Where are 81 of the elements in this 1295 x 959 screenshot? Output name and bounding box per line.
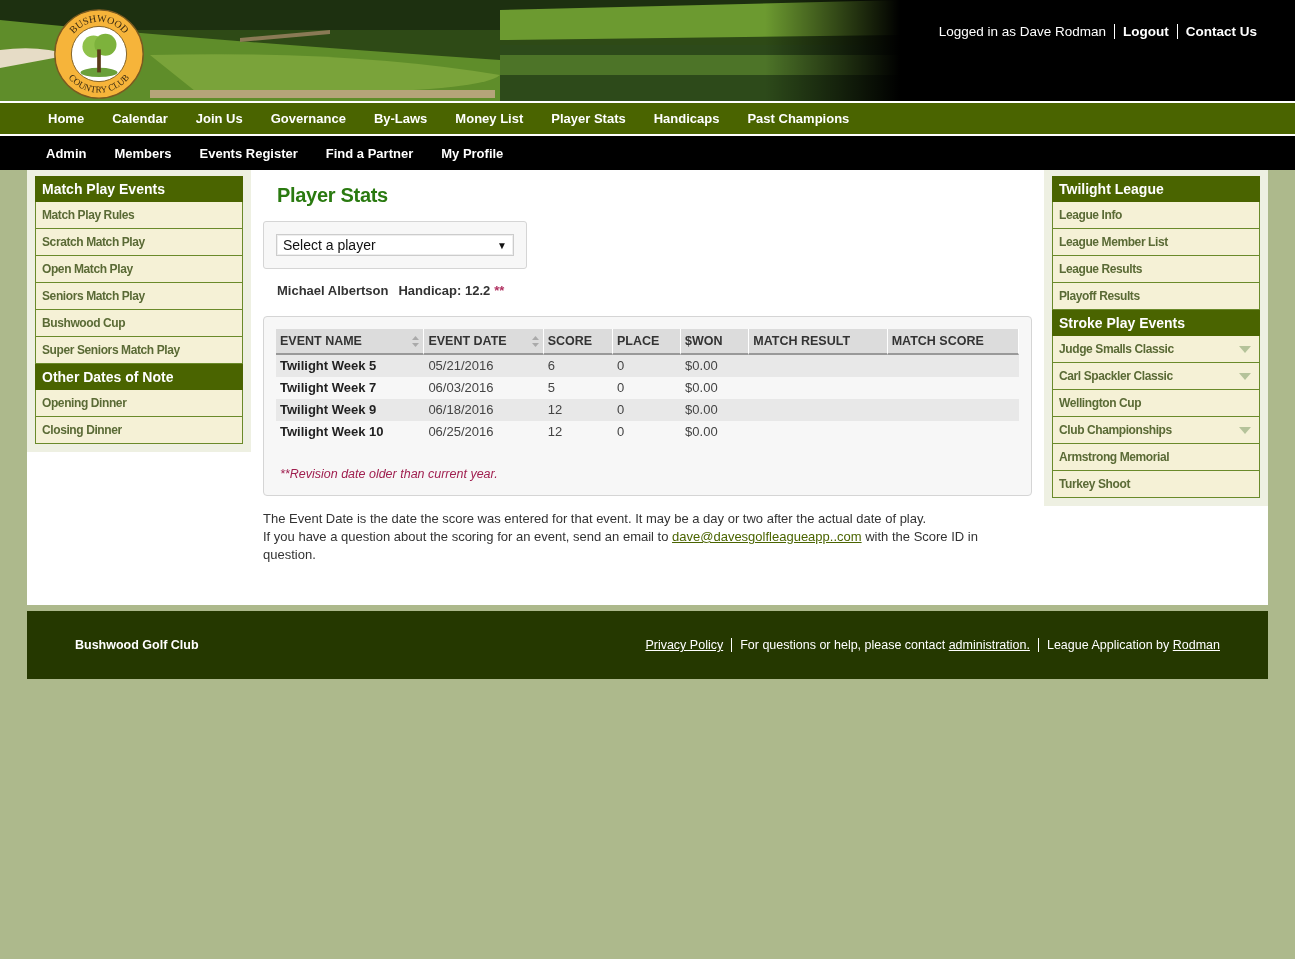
header-link[interactable]: Contact Us xyxy=(1176,23,1257,39)
footer-club-name: Bushwood Golf Club xyxy=(75,638,199,652)
sidebar-link[interactable]: Opening Dinner xyxy=(35,390,243,417)
sidebar-link[interactable]: Super Seniors Match Play xyxy=(35,337,243,364)
handicap: Handicap: 12.2 xyxy=(398,283,491,298)
table-cell: 0 xyxy=(616,424,625,439)
table-cell: $0.00 xyxy=(685,358,718,373)
footer-link[interactable]: Rodman xyxy=(1172,638,1220,652)
nav-link[interactable]: Governance xyxy=(256,111,360,126)
nav-link[interactable]: Events Register xyxy=(185,145,312,161)
nav-link[interactable]: Calendar xyxy=(98,111,182,126)
column-header: SCORE xyxy=(543,329,613,355)
table-cell: 0 xyxy=(616,402,625,417)
table-cell: 05/21/2016 xyxy=(428,358,494,373)
footnote: **Revision date older than current year. xyxy=(280,467,499,481)
nav-link[interactable]: Members xyxy=(100,145,186,161)
table-cell: 12 xyxy=(547,402,563,417)
login-status: Logged in as Dave Rodman xyxy=(938,23,1107,39)
header-link[interactable]: Logout xyxy=(1114,23,1177,39)
nav-link[interactable]: Join Us xyxy=(181,111,257,126)
sidebar-heading: Match Play Events xyxy=(35,176,243,202)
nav-link[interactable]: Player Stats xyxy=(537,111,640,126)
table-cell: Twilight Week 7 xyxy=(280,380,377,395)
table-cell: 5 xyxy=(547,380,555,395)
info-text: The Event Date is the date the score was entered for that event. It may be a day or two after the actual date of play. xyxy=(263,510,928,528)
nav-link[interactable]: Past Champions xyxy=(733,111,864,126)
sidebar-link[interactable]: League Member List xyxy=(1052,229,1260,256)
sidebar-link[interactable]: Wellington Cup xyxy=(1052,390,1260,417)
sidebar-link[interactable]: Carl Spackler Classic xyxy=(1052,363,1260,390)
sidebar-heading: Twilight League xyxy=(1052,176,1260,202)
footer-text: For questions or help, please contact administration. xyxy=(731,638,1038,652)
footer-text: League Application by Rodman xyxy=(1037,638,1220,652)
table-cell: $0.00 xyxy=(685,380,718,395)
sidebar-link[interactable]: Judge Smalls Classic xyxy=(1052,336,1260,363)
asterisk-note-text: ** xyxy=(494,283,505,298)
player-select[interactable]: Select a player ▼ xyxy=(276,234,514,256)
table-cell: Twilight Week 9 xyxy=(280,402,377,417)
nav-link[interactable]: My Profile xyxy=(427,145,518,161)
column-header: MATCH RESULT xyxy=(749,329,888,355)
table-cell: Twilight Week 10 xyxy=(280,424,384,439)
nav-link[interactable]: Handicaps xyxy=(639,111,734,126)
nav-link[interactable]: By-Laws xyxy=(359,111,442,126)
table-cell: 12 xyxy=(547,424,563,439)
column-header: MATCH SCORE xyxy=(887,329,1019,355)
sidebar-link[interactable]: Playoff Results xyxy=(1052,283,1260,310)
footer-link[interactable]: Privacy Policy xyxy=(645,638,724,652)
info-text: If you have a question about the scoring for an event, send an email to dave@davesgolfleagueapp..com with the Score ID in question. xyxy=(263,528,979,564)
nav-link[interactable]: Money List xyxy=(441,111,538,126)
sidebar-link[interactable]: Bushwood Cup xyxy=(35,310,243,337)
sidebar-link[interactable]: League Results xyxy=(1052,256,1260,283)
sidebar-heading: Other Dates of Note xyxy=(35,364,243,390)
table-cell: $0.00 xyxy=(685,424,718,439)
column-header[interactable]: EVENT DATE xyxy=(424,329,544,355)
page-title: Player Stats xyxy=(277,184,389,207)
table-cell: 06/18/2016 xyxy=(428,402,494,417)
table-cell: 06/25/2016 xyxy=(428,424,494,439)
table-cell: $0.00 xyxy=(685,402,718,417)
sidebar-link[interactable]: Closing Dinner xyxy=(35,417,243,444)
column-header: $WON xyxy=(681,329,750,355)
table-cell: Twilight Week 5 xyxy=(280,358,377,373)
sidebar-heading: Stroke Play Events xyxy=(1052,310,1260,336)
column-header: PLACE xyxy=(612,329,682,355)
table-cell: 0 xyxy=(616,380,625,395)
table-cell: 6 xyxy=(547,358,555,373)
footer-link[interactable]: administration. xyxy=(948,638,1030,652)
nav-link[interactable]: Home xyxy=(34,111,99,126)
sidebar-link[interactable]: Armstrong Memorial xyxy=(1052,444,1260,471)
table-cell: 06/03/2016 xyxy=(428,380,494,395)
sidebar-link[interactable]: Turkey Shoot xyxy=(1052,471,1260,498)
sidebar-link[interactable]: Club Championships xyxy=(1052,417,1260,444)
column-header[interactable]: EVENT NAME xyxy=(276,329,425,355)
sidebar-link[interactable]: Seniors Match Play xyxy=(35,283,243,310)
sidebar-link[interactable]: Scratch Match Play xyxy=(35,229,243,256)
sidebar-link[interactable]: League Info xyxy=(1052,202,1260,229)
player-name: Michael Albertson xyxy=(277,283,389,298)
nav-link[interactable]: Admin xyxy=(32,145,101,161)
table-cell: 0 xyxy=(616,358,625,373)
nav-link[interactable]: Find a Partner xyxy=(311,145,428,161)
sidebar-link[interactable]: Open Match Play xyxy=(35,256,243,283)
sidebar-link[interactable]: Match Play Rules xyxy=(35,202,243,229)
email-link[interactable]: dave@davesgolfleagueapp..com xyxy=(672,529,862,544)
